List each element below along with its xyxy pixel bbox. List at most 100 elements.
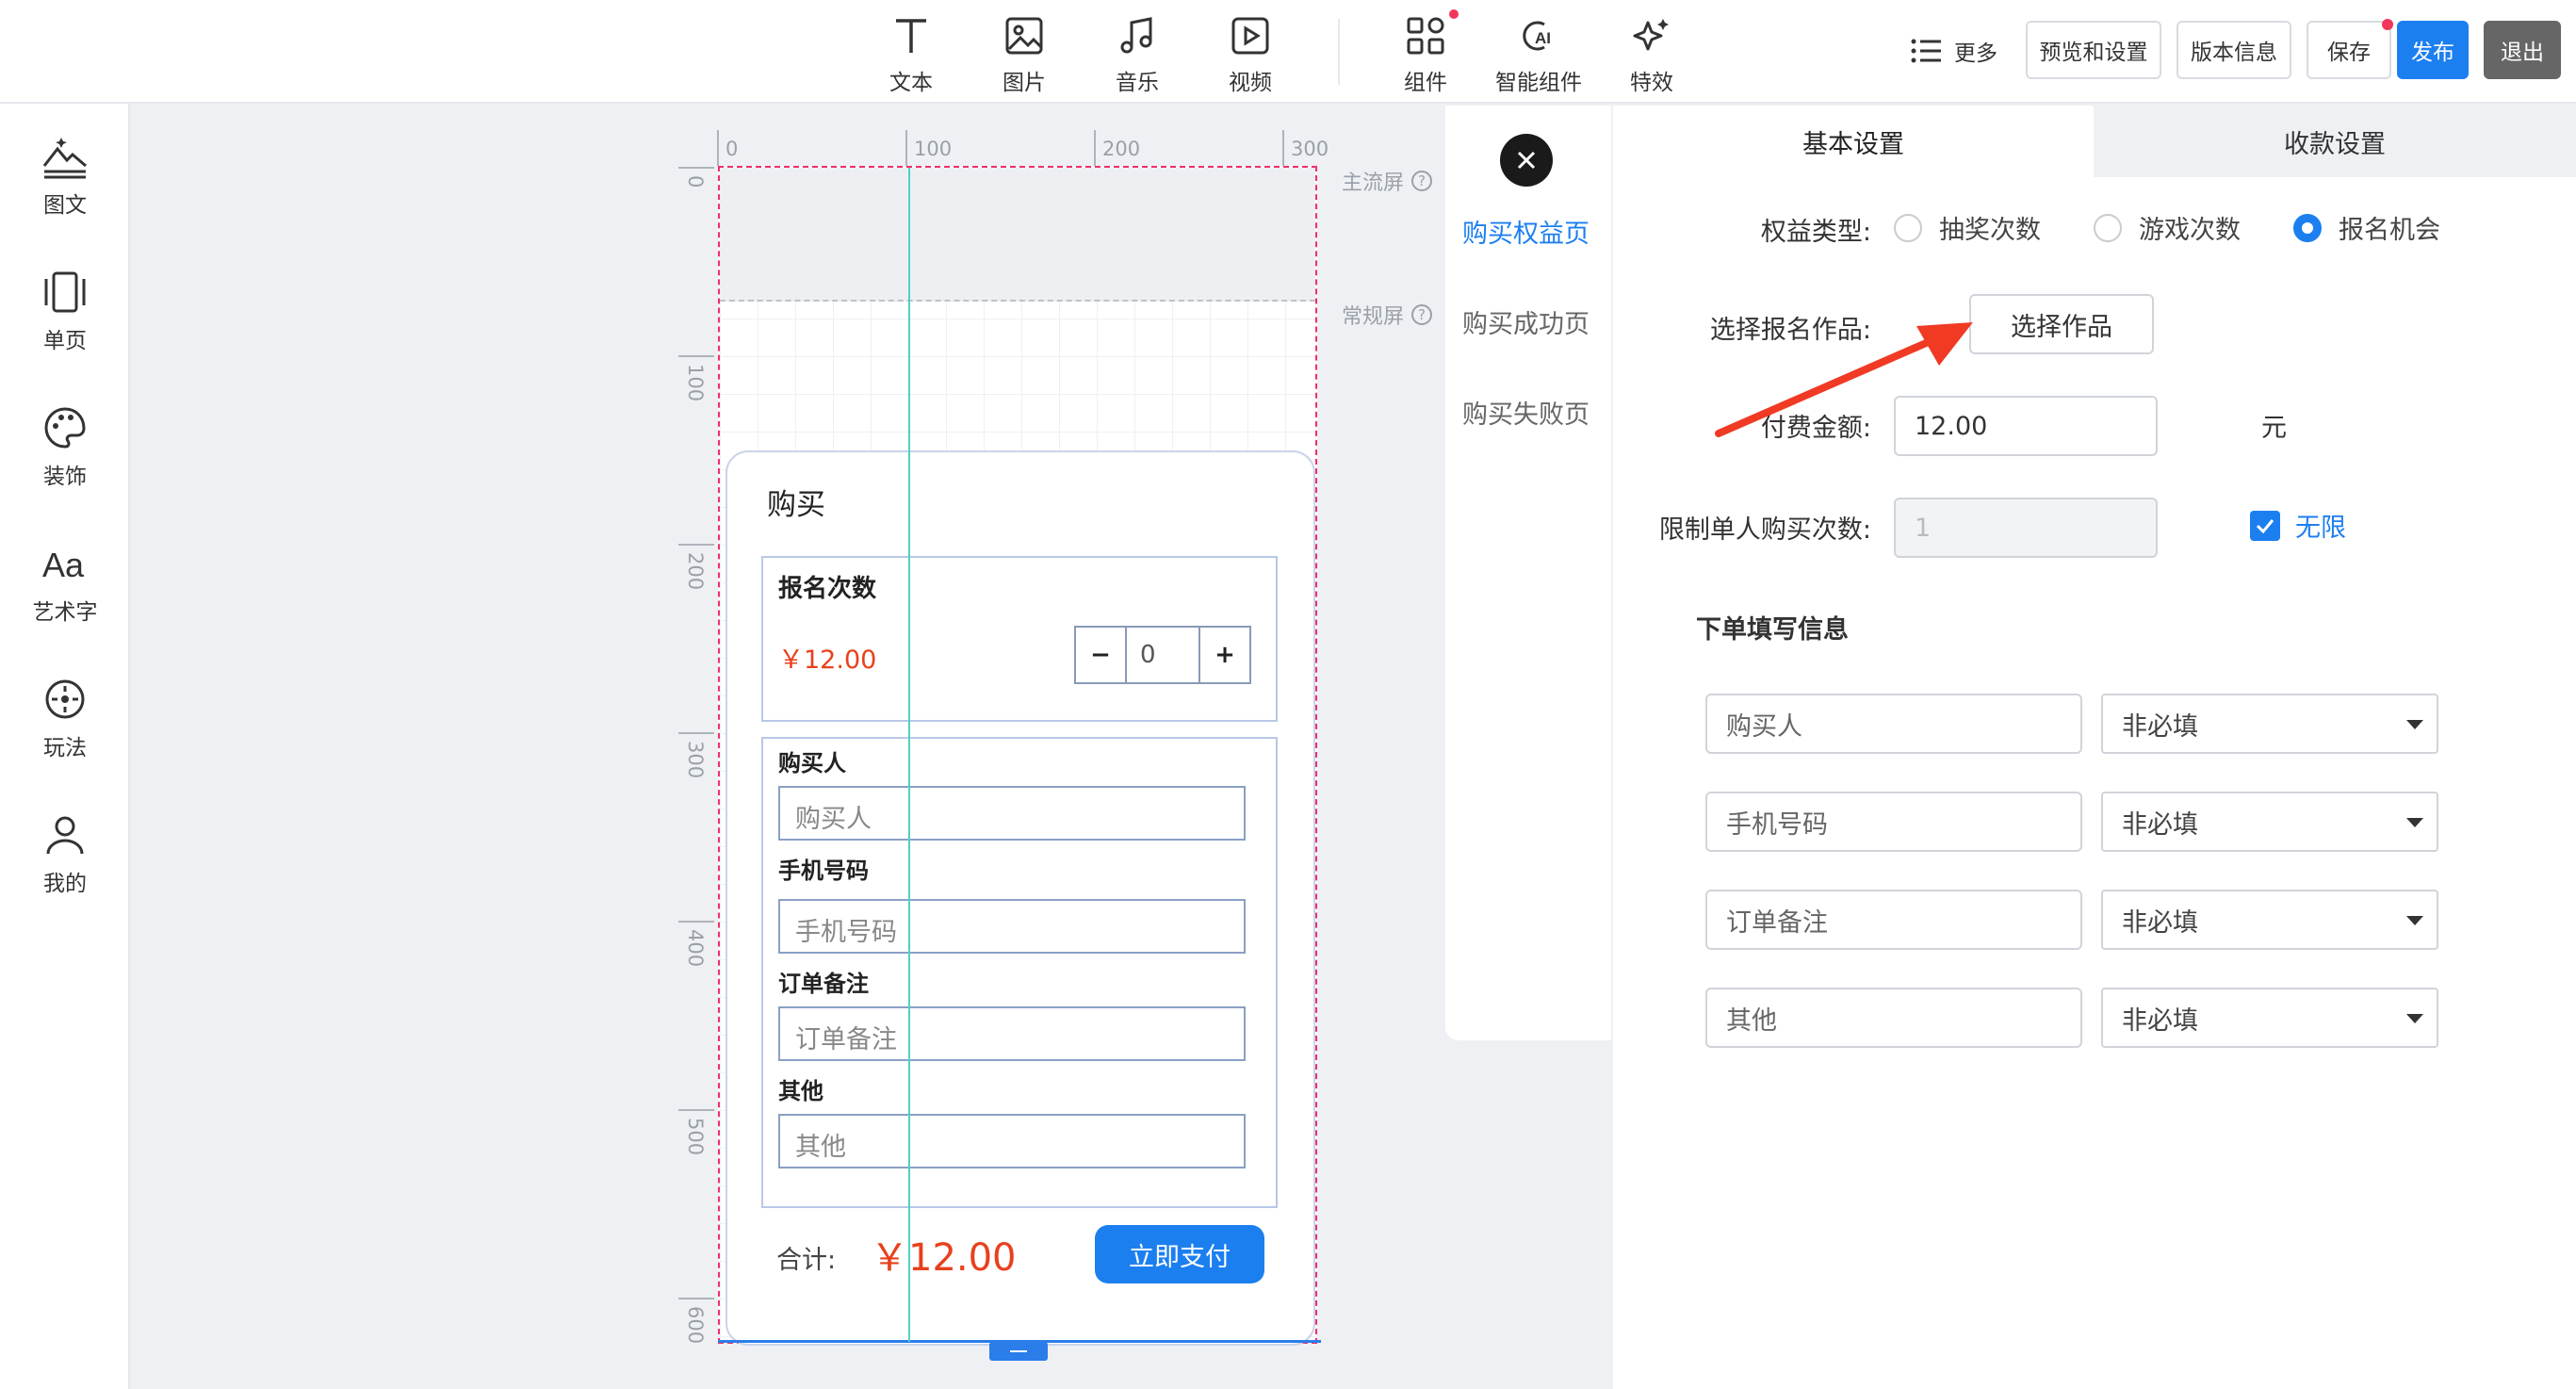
palette-icon [44,407,86,449]
order-field-name[interactable]: 其他 [1705,988,2082,1048]
order-field-name[interactable]: 订单备注 [1705,890,2082,950]
order-info-title: 下单填写信息 [1696,615,1849,645]
image-icon [1005,17,1043,55]
quantity-value[interactable]: 0 [1125,628,1200,682]
tool-video[interactable]: 视频 [1198,9,1302,95]
components-icon [1407,17,1444,55]
radio-signup-chance[interactable]: 报名机会 [2293,209,2440,246]
other-input[interactable]: 其他 [778,1114,1246,1168]
product-box[interactable]: 报名次数 ￥12.00 − 0 + [761,556,1278,722]
save-button[interactable]: 保存 [2307,19,2393,79]
preview-settings-button[interactable]: 预览和设置 [2026,21,2161,79]
requirement-select[interactable]: 非必填 [2101,694,2438,754]
radio-lottery-count[interactable]: 抽奖次数 [1894,209,2041,246]
unlimited-checkbox[interactable]: 无限 [2250,507,2346,544]
radio-label: 抽奖次数 [1939,216,2041,245]
ruler-x-label: 0 [726,138,739,160]
gameplay-icon [45,679,85,719]
phone-input[interactable]: 手机号码 [778,899,1246,954]
user-icon [46,816,84,855]
sidebar-item-mine[interactable]: 我的 [0,792,130,905]
pay-amount-input[interactable]: 12.00 [1894,396,2158,456]
ruler-y-label: 600 [684,1306,707,1345]
single-page-icon [44,271,86,313]
product-price: ￥12.00 [778,645,877,675]
page-item-purchase-fail[interactable]: 购买失败页 [1462,394,1590,431]
sidebar-item-single-page[interactable]: 单页 [0,249,130,362]
total-label: 合计: [776,1246,837,1275]
check-icon [2256,518,2274,533]
sidebar-item-art-text[interactable]: Aa 艺术字 [0,520,130,633]
ruler-y-label: 0 [684,175,707,188]
tool-text-label: 文本 [889,71,933,95]
ruler-x-label: 300 [1291,138,1329,160]
main-screen-tag[interactable]: 主流屏 ? [1342,166,1433,196]
sidebar-item-gameplay[interactable]: 玩法 [0,656,130,769]
caret-down-icon [2406,720,2423,729]
tab-payment-settings[interactable]: 收款设置 [2094,106,2576,177]
page-item-purchase-success[interactable]: 购买成功页 [1462,303,1590,340]
main-screen-label: 主流屏 [1342,172,1405,195]
more-menu[interactable]: 更多 [1911,32,1997,70]
decrement-button[interactable]: − [1076,628,1125,682]
center-guide-line [908,168,910,1342]
requirement-select[interactable]: 非必填 [2101,792,2438,852]
ai-icon: AI [1523,21,1551,51]
radio-game-count[interactable]: 游戏次数 [2094,209,2241,246]
help-icon[interactable]: ? [1411,304,1433,325]
tool-components[interactable]: 组件 [1374,9,1477,95]
resize-handle[interactable] [989,1342,1048,1361]
page-item-purchase-benefit[interactable]: 购买权益页 [1462,213,1590,250]
order-field-name[interactable]: 购买人 [1705,694,2082,754]
unlimited-label: 无限 [2295,514,2346,543]
phone-top-area [720,168,1315,302]
tool-ai-label: 智能组件 [1495,71,1582,95]
total-value: ￥12.00 [871,1236,1017,1280]
publish-button[interactable]: 发布 [2397,21,2469,79]
sidebar-item-graphic-text[interactable]: 图文 [0,113,130,226]
sidebar-mine-label: 我的 [43,872,87,896]
sidebar-item-decoration[interactable]: 装饰 [0,384,130,498]
increment-button[interactable]: + [1200,628,1249,682]
exit-button[interactable]: 退出 [2484,21,2561,79]
order-note-input[interactable]: 订单备注 [778,1006,1246,1061]
phone-canvas[interactable]: 购买 报名次数 ￥12.00 − 0 + 购买人 购买人 手机号码 手机号码 订… [718,166,1317,1346]
ruler-y-label: 100 [684,364,707,402]
version-info-button[interactable]: 版本信息 [2177,21,2291,79]
tab-basic-settings[interactable]: 基本设置 [1613,106,2094,177]
close-button[interactable] [1500,134,1553,187]
pay-now-button[interactable]: 立即支付 [1095,1225,1264,1283]
normal-screen-tag[interactable]: 常规屏 ? [1342,300,1433,330]
requirement-select[interactable]: 非必填 [2101,988,2438,1048]
tool-effects-label: 特效 [1630,71,1673,95]
limit-input: 1 [1894,498,2158,558]
ruler-horizontal: 0 100 200 300 [716,130,1329,168]
caret-down-icon [2406,1014,2423,1023]
requirement-select[interactable]: 非必填 [2101,890,2438,950]
buyer-input[interactable]: 购买人 [778,786,1246,841]
ruler-y-label: 400 [684,929,707,968]
tool-image[interactable]: 图片 [972,9,1076,95]
quantity-stepper[interactable]: − 0 + [1074,626,1251,684]
product-name: 报名次数 [778,575,877,603]
tool-ai-components[interactable]: AI 智能组件 [1487,9,1590,95]
sidebar-decoration-label: 装饰 [43,465,87,489]
pay-amount-label: 付费金额: [1760,414,1871,443]
radio-circle [2094,213,2122,242]
ruler-vertical: 0 100 200 300 400 500 600 [678,166,716,1353]
list-icon [1911,39,1941,63]
tool-text[interactable]: 文本 [859,9,963,95]
save-label: 保存 [2327,41,2371,65]
tool-effects[interactable]: 特效 [1600,9,1704,95]
tool-video-label: 视频 [1229,71,1272,95]
svg-text:AI: AI [1535,29,1551,47]
art-text-icon: Aa [42,546,85,584]
tool-music[interactable]: 音乐 [1085,9,1189,95]
field-label: 手机号码 [778,858,869,884]
help-icon[interactable]: ? [1411,171,1433,191]
purchase-card[interactable]: 购买 报名次数 ￥12.00 − 0 + 购买人 购买人 手机号码 手机号码 订… [726,450,1315,1346]
order-field-name[interactable]: 手机号码 [1705,792,2082,852]
music-icon [1120,17,1152,54]
ruler-y-label: 500 [684,1118,707,1156]
select-work-button[interactable]: 选择作品 [1969,294,2154,354]
